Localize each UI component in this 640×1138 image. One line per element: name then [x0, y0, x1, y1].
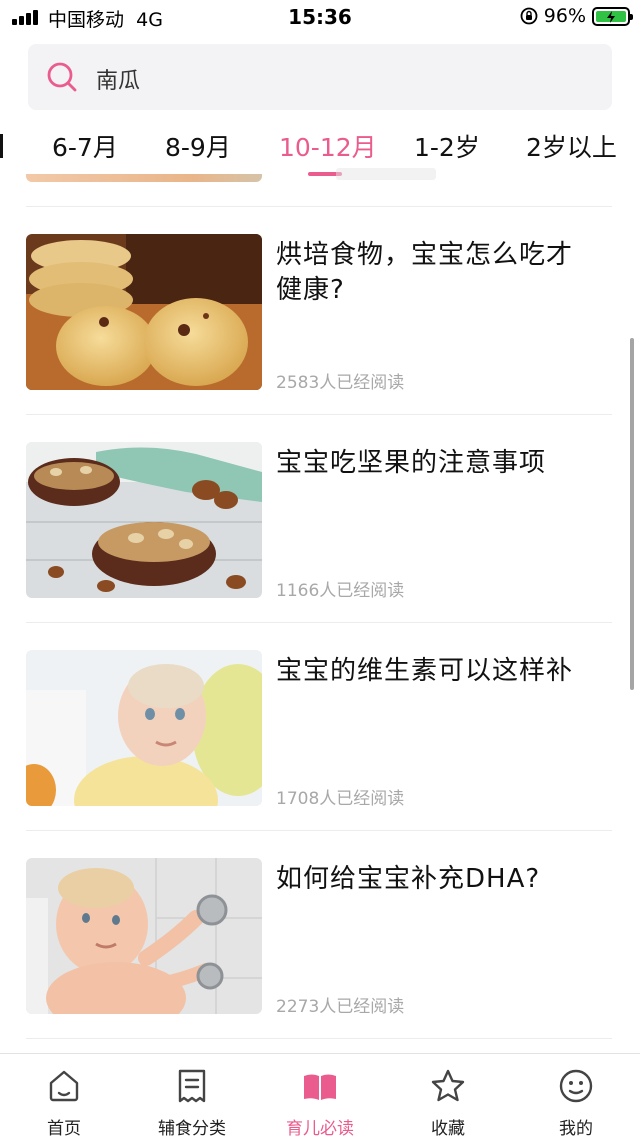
- tab-1-2-years[interactable]: 1-2岁: [414, 128, 480, 164]
- article-title: 烘培食物，宝宝怎么吃才健康?: [276, 240, 574, 305]
- article-item[interactable]: 宝宝的维生素可以这样补 1708人已经阅读: [0, 626, 640, 809]
- search-input[interactable]: 南瓜: [96, 63, 140, 95]
- nav-favorites[interactable]: 收藏: [384, 1054, 512, 1138]
- battery-icon: [592, 6, 633, 26]
- search-icon: [47, 62, 77, 92]
- nuts-bowl-photo: [26, 442, 262, 598]
- nav-home[interactable]: 首页: [0, 1054, 128, 1138]
- age-tab-bar: 6-7月 8-9月 10-12月 1-2岁 2岁以上: [0, 120, 640, 172]
- status-bar: 中国移动 4G 15:36 96%: [0, 0, 640, 36]
- baby-portrait-photo: [26, 650, 262, 806]
- divider: [26, 1038, 612, 1039]
- baked-cookies-photo: [26, 234, 262, 390]
- star-icon: [431, 1069, 465, 1102]
- tab-6-7-months[interactable]: 6-7月: [52, 128, 118, 164]
- divider: [26, 414, 612, 415]
- article-item[interactable]: 烘培食物，宝宝怎么吃才健康? 2583人已经阅读: [0, 210, 640, 393]
- divider: [26, 622, 612, 623]
- nav-label: 辅食分类: [158, 1119, 226, 1138]
- tab-8-9-months[interactable]: 8-9月: [165, 128, 231, 164]
- nav-food-categories[interactable]: 辅食分类: [128, 1054, 256, 1138]
- scrollbar[interactable]: [630, 338, 634, 690]
- divider: [26, 830, 612, 831]
- article-read-count: 2583人已经阅读: [276, 373, 405, 393]
- nav-label: 我的: [559, 1119, 593, 1138]
- smiley-icon: [559, 1069, 593, 1103]
- book-icon: [304, 1074, 336, 1100]
- partial-article-thumbnail[interactable]: [26, 174, 262, 182]
- nav-label: 收藏: [431, 1119, 465, 1138]
- divider: [26, 206, 612, 207]
- battery-percent: 96%: [543, 5, 586, 27]
- baby-bath-photo: [26, 858, 262, 1014]
- nav-label: 首页: [47, 1119, 81, 1138]
- article-item[interactable]: 宝宝吃坚果的注意事项 1166人已经阅读: [0, 418, 640, 601]
- tab-10-12-months[interactable]: 10-12月: [279, 128, 377, 164]
- article-read-count: 1708人已经阅读: [276, 789, 405, 809]
- article-item[interactable]: 如何给宝宝补充DHA? 2273人已经阅读: [0, 834, 640, 1017]
- bottom-nav: 首页 辅食分类 育儿必读 收藏 我的: [0, 1053, 640, 1138]
- tab-2-years-plus[interactable]: 2岁以上: [526, 128, 617, 164]
- nav-label: 育儿必读: [286, 1119, 354, 1138]
- nav-parenting-reads[interactable]: 育儿必读: [256, 1054, 384, 1138]
- home-icon: [49, 1070, 79, 1102]
- article-title: 如何给宝宝补充DHA?: [276, 864, 541, 894]
- article-title: 宝宝吃坚果的注意事项: [276, 448, 547, 478]
- article-read-count: 1166人已经阅读: [276, 581, 405, 601]
- article-read-count: 2273人已经阅读: [276, 997, 405, 1017]
- search-bar[interactable]: 南瓜: [28, 44, 612, 110]
- rotation-lock-icon: [520, 7, 538, 25]
- tab-overflow-edge: [0, 134, 3, 158]
- partial-article-reads: [336, 168, 436, 180]
- receipt-icon: [178, 1069, 206, 1103]
- nav-profile[interactable]: 我的: [512, 1054, 640, 1138]
- article-title: 宝宝的维生素可以这样补: [276, 656, 574, 686]
